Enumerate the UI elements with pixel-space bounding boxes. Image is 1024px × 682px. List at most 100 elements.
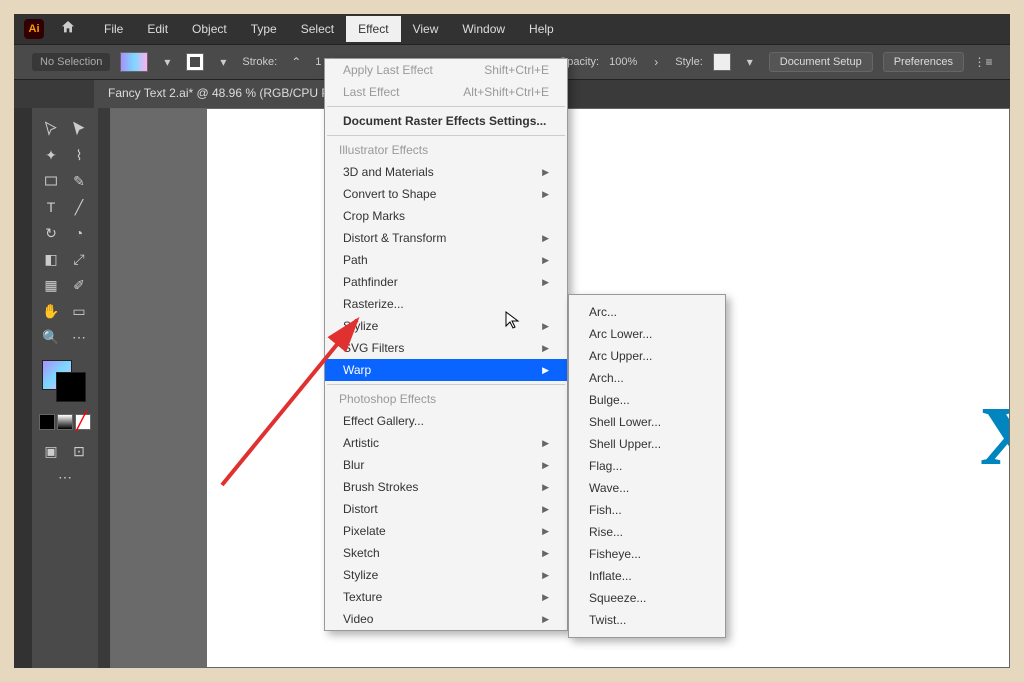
warp-item-bulge-[interactable]: Bulge... bbox=[569, 389, 725, 411]
shape-builder-tool-icon[interactable]: ◔ bbox=[65, 220, 93, 246]
warp-item-inflate-[interactable]: Inflate... bbox=[569, 565, 725, 587]
stroke-swatch[interactable] bbox=[186, 53, 204, 71]
decrement-icon[interactable]: ⌃ bbox=[287, 53, 305, 71]
style-swatch[interactable] bbox=[713, 53, 731, 71]
menu-label: 3D and Materials bbox=[343, 165, 434, 179]
submenu-arrow-icon: ▶ bbox=[542, 343, 549, 354]
more-icon[interactable]: ⋮≡ bbox=[974, 53, 992, 71]
line-tool-icon[interactable]: ╱ bbox=[65, 194, 93, 220]
warp-item-rise-[interactable]: Rise... bbox=[569, 521, 725, 543]
menu-help[interactable]: Help bbox=[517, 16, 566, 42]
menu-item-sketch[interactable]: Sketch▶ bbox=[325, 542, 567, 564]
menu-section-illustrator: Illustrator Effects bbox=[325, 139, 567, 161]
warp-item-shell-upper-[interactable]: Shell Upper... bbox=[569, 433, 725, 455]
submenu-arrow-icon: ▶ bbox=[542, 614, 549, 625]
stroke-color[interactable] bbox=[56, 372, 86, 402]
menu-effect[interactable]: Effect bbox=[346, 16, 400, 42]
menu-select[interactable]: Select bbox=[289, 16, 346, 42]
menu-item-video[interactable]: Video▶ bbox=[325, 608, 567, 630]
chevron-right-icon[interactable]: › bbox=[647, 53, 665, 71]
menu-label: Path bbox=[343, 253, 368, 267]
edit-toolbar-icon[interactable]: ⊡ bbox=[65, 438, 93, 464]
menu-item-distort-transform[interactable]: Distort & Transform▶ bbox=[325, 227, 567, 249]
menu-item-distort[interactable]: Distort▶ bbox=[325, 498, 567, 520]
menu-item-effect-gallery-[interactable]: Effect Gallery... bbox=[325, 410, 567, 432]
warp-item-fisheye-[interactable]: Fisheye... bbox=[569, 543, 725, 565]
preferences-button[interactable]: Preferences bbox=[883, 52, 964, 72]
menu-item-pathfinder[interactable]: Pathfinder▶ bbox=[325, 271, 567, 293]
screen-mode-icon[interactable]: ▣ bbox=[37, 438, 65, 464]
chevron-down-icon[interactable]: ▾ bbox=[741, 53, 759, 71]
chevron-down-icon[interactable]: ▾ bbox=[214, 53, 232, 71]
menu-item-3d-and-materials[interactable]: 3D and Materials▶ bbox=[325, 161, 567, 183]
lasso-tool-icon[interactable]: ⌇ bbox=[65, 142, 93, 168]
menu-window[interactable]: Window bbox=[450, 16, 517, 42]
menu-label: Stylize bbox=[343, 319, 378, 333]
menu-last-effect[interactable]: Last Effect Alt+Shift+Ctrl+E bbox=[325, 81, 567, 103]
menu-label: Artistic bbox=[343, 436, 379, 450]
menu-apply-last-effect[interactable]: Apply Last Effect Shift+Ctrl+E bbox=[325, 59, 567, 81]
none-color-icon[interactable]: ╱ bbox=[75, 414, 91, 430]
eraser-tool-icon[interactable]: ◧ bbox=[37, 246, 65, 272]
menu-item-path[interactable]: Path▶ bbox=[325, 249, 567, 271]
gradient-tool-icon[interactable]: ▦ bbox=[37, 272, 65, 298]
titlebar: Ai File Edit Object Type Select Effect V… bbox=[14, 14, 1010, 44]
menu-edit[interactable]: Edit bbox=[135, 16, 180, 42]
warp-item-arc-upper-[interactable]: Arc Upper... bbox=[569, 345, 725, 367]
solid-color-icon[interactable] bbox=[39, 414, 55, 430]
hand-tool-icon[interactable]: ✋ bbox=[37, 298, 65, 324]
warp-item-arc-[interactable]: Arc... bbox=[569, 301, 725, 323]
menu-raster-settings[interactable]: Document Raster Effects Settings... bbox=[325, 110, 567, 132]
document-setup-button[interactable]: Document Setup bbox=[769, 52, 873, 72]
menu-item-brush-strokes[interactable]: Brush Strokes▶ bbox=[325, 476, 567, 498]
more-icon[interactable]: ⋯ bbox=[51, 464, 79, 490]
type-tool-icon[interactable]: T bbox=[37, 194, 65, 220]
menu-item-warp[interactable]: Warp▶ bbox=[325, 359, 567, 381]
zoom-tool-icon[interactable]: 🔍 bbox=[37, 324, 65, 350]
menu-label: SVG Filters bbox=[343, 341, 404, 355]
menu-item-artistic[interactable]: Artistic▶ bbox=[325, 432, 567, 454]
eyedropper-tool-icon[interactable]: ✐ bbox=[65, 272, 93, 298]
menu-item-pixelate[interactable]: Pixelate▶ bbox=[325, 520, 567, 542]
paintbrush-tool-icon[interactable]: ✎ bbox=[65, 168, 93, 194]
menu-item-rasterize-[interactable]: Rasterize... bbox=[325, 293, 567, 315]
illustrator-window: Ai File Edit Object Type Select Effect V… bbox=[14, 14, 1010, 668]
menu-type[interactable]: Type bbox=[239, 16, 289, 42]
document-tab[interactable]: Fancy Text 2.ai* @ 48.96 % (RGB/CPU P bbox=[94, 80, 343, 108]
scale-tool-icon[interactable]: ⤢ bbox=[65, 246, 93, 272]
artboard-tool-icon[interactable]: ▭ bbox=[65, 298, 93, 324]
chevron-down-icon[interactable]: ▾ bbox=[158, 53, 176, 71]
submenu-arrow-icon: ▶ bbox=[542, 277, 549, 288]
menu-item-stylize[interactable]: Stylize▶ bbox=[325, 564, 567, 586]
warp-item-arch-[interactable]: Arch... bbox=[569, 367, 725, 389]
magic-wand-tool-icon[interactable]: ✦ bbox=[37, 142, 65, 168]
rotate-tool-icon[interactable]: ↻ bbox=[37, 220, 65, 246]
menu-item-texture[interactable]: Texture▶ bbox=[325, 586, 567, 608]
canvas-text: xt bbox=[981, 355, 1010, 493]
menu-item-blur[interactable]: Blur▶ bbox=[325, 454, 567, 476]
warp-item-shell-lower-[interactable]: Shell Lower... bbox=[569, 411, 725, 433]
menu-object[interactable]: Object bbox=[180, 16, 239, 42]
more-tools-icon[interactable]: ⋯ bbox=[65, 324, 93, 350]
menu-item-convert-to-shape[interactable]: Convert to Shape▶ bbox=[325, 183, 567, 205]
gradient-icon[interactable] bbox=[57, 414, 73, 430]
submenu-arrow-icon: ▶ bbox=[542, 365, 549, 376]
menu-label: Distort bbox=[343, 502, 378, 516]
direct-selection-tool-icon[interactable] bbox=[65, 116, 93, 142]
menu-item-svg-filters[interactable]: SVG Filters ▶ bbox=[325, 337, 567, 359]
warp-item-squeeze-[interactable]: Squeeze... bbox=[569, 587, 725, 609]
warp-item-arc-lower-[interactable]: Arc Lower... bbox=[569, 323, 725, 345]
menu-file[interactable]: File bbox=[92, 16, 135, 42]
warp-item-wave-[interactable]: Wave... bbox=[569, 477, 725, 499]
menu-item-crop-marks[interactable]: Crop Marks bbox=[325, 205, 567, 227]
opacity-value: 100% bbox=[609, 56, 637, 68]
home-icon[interactable] bbox=[60, 19, 76, 40]
warp-item-flag-[interactable]: Flag... bbox=[569, 455, 725, 477]
warp-item-twist-[interactable]: Twist... bbox=[569, 609, 725, 631]
warp-item-fish-[interactable]: Fish... bbox=[569, 499, 725, 521]
rectangle-tool-icon[interactable] bbox=[37, 168, 65, 194]
menu-view[interactable]: View bbox=[401, 16, 451, 42]
fill-swatch[interactable] bbox=[120, 52, 148, 72]
selection-tool-icon[interactable] bbox=[37, 116, 65, 142]
menu-item-stylize[interactable]: Stylize▶ bbox=[325, 315, 567, 337]
